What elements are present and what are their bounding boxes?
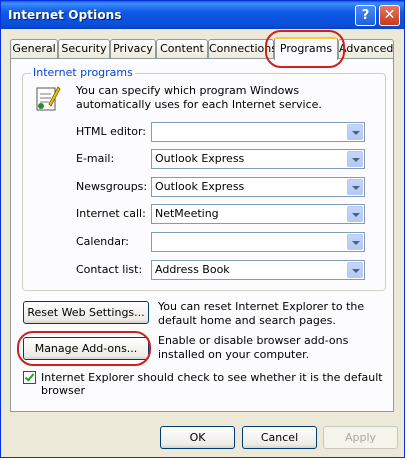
reset-web-settings-button[interactable]: Reset Web Settings...: [23, 301, 149, 324]
calendar-select[interactable]: [151, 232, 365, 252]
contact-list-select[interactable]: Address Book: [151, 260, 365, 280]
ok-button[interactable]: OK: [160, 426, 235, 449]
email-select[interactable]: Outlook Express: [151, 149, 365, 169]
chevron-down-icon[interactable]: [347, 234, 363, 250]
internet-call-select[interactable]: NetMeeting: [151, 204, 365, 224]
html-editor-select[interactable]: [151, 122, 365, 142]
chevron-down-icon[interactable]: [347, 124, 363, 140]
close-button[interactable]: ✕: [379, 5, 400, 26]
tab-label: General: [12, 42, 56, 55]
tab-label: Content: [160, 42, 204, 55]
chevron-down-icon[interactable]: [347, 151, 363, 167]
window-title: Internet Options: [8, 8, 122, 22]
group-label: Internet programs: [31, 66, 135, 79]
newsgroups-select[interactable]: Outlook Express: [151, 177, 365, 197]
apply-button[interactable]: Apply: [323, 426, 398, 449]
tab-security[interactable]: Security: [58, 39, 110, 58]
select-value: Outlook Express: [155, 180, 245, 193]
help-icon: ?: [361, 8, 370, 23]
select-value: NetMeeting: [155, 207, 219, 220]
programs-icon: [36, 86, 61, 111]
html-editor-label: HTML editor:: [76, 125, 146, 138]
reset-description: You can reset Internet Explorer to the d…: [158, 300, 365, 327]
help-button[interactable]: ?: [355, 5, 376, 26]
tab-label: Privacy: [113, 42, 153, 55]
chevron-down-icon[interactable]: [347, 262, 363, 278]
programs-description: You can specify which program Windows au…: [76, 84, 322, 111]
email-label: E-mail:: [76, 152, 115, 165]
manage-addons-button[interactable]: Manage Add-ons...: [23, 337, 149, 360]
tab-advanced[interactable]: Advanced: [338, 39, 394, 58]
default-browser-label: Internet Explorer should check to see wh…: [41, 371, 383, 397]
calendar-label: Calendar:: [76, 235, 129, 248]
close-icon: ✕: [383, 7, 396, 23]
chevron-down-icon[interactable]: [347, 179, 363, 195]
internet-call-label: Internet call:: [76, 207, 146, 220]
chevron-down-icon[interactable]: [347, 206, 363, 222]
contact-list-label: Contact list:: [76, 263, 143, 276]
addons-description: Enable or disable browser add-ons instal…: [158, 334, 349, 361]
tab-label: Advanced: [339, 42, 394, 55]
tab-programs[interactable]: Programs: [274, 37, 338, 60]
tab-connections[interactable]: Connections: [208, 39, 277, 58]
cancel-button[interactable]: Cancel: [242, 426, 317, 449]
tab-label: Programs: [279, 42, 333, 55]
title-bar[interactable]: Internet Options ? ✕: [1, 1, 404, 29]
newsgroups-label: Newsgroups:: [76, 180, 148, 193]
select-value: Address Book: [155, 263, 230, 276]
tab-general[interactable]: General: [10, 39, 58, 58]
tab-privacy[interactable]: Privacy: [110, 39, 156, 58]
tab-label: Connections: [209, 42, 277, 55]
tab-content[interactable]: Content: [156, 39, 208, 58]
tab-label: Security: [61, 42, 107, 55]
default-browser-checkbox[interactable]: [23, 371, 36, 384]
select-value: Outlook Express: [155, 152, 245, 165]
